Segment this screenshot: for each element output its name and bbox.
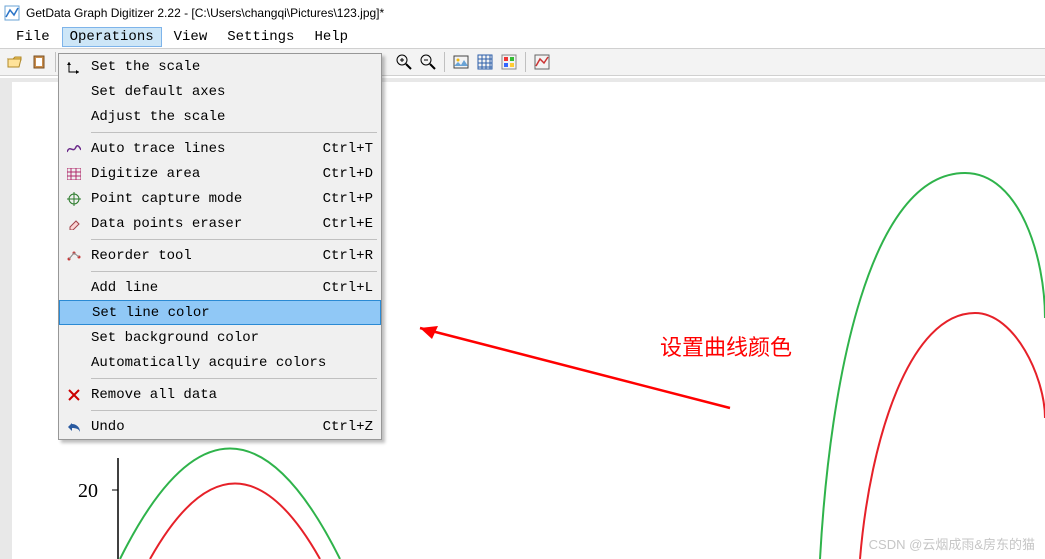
shortcut: Ctrl+Z: [323, 419, 373, 435]
titlebar: GetData Graph Digitizer 2.22 - [C:\Users…: [0, 0, 1045, 26]
window-title: GetData Graph Digitizer 2.22 - [C:\Users…: [26, 6, 384, 20]
axes-icon: [63, 60, 85, 74]
label: Set background color: [85, 330, 373, 346]
trace-icon: [63, 144, 85, 154]
menu-point-capture[interactable]: Point capture mode Ctrl+P: [59, 186, 381, 211]
menu-auto-colors[interactable]: Automatically acquire colors: [59, 350, 381, 375]
label: Undo: [85, 419, 323, 435]
color-palette-icon[interactable]: [498, 51, 520, 73]
separator: [91, 132, 377, 133]
menu-auto-trace[interactable]: Auto trace lines Ctrl+T: [59, 136, 381, 161]
grid-area-icon: [63, 168, 85, 180]
menu-help[interactable]: Help: [306, 27, 356, 47]
watermark: CSDN @云烟成雨&房东的猫: [869, 534, 1035, 553]
separator: [91, 410, 377, 411]
shortcut: Ctrl+R: [323, 248, 373, 264]
zoom-in-icon[interactable]: [393, 51, 415, 73]
menu-reorder[interactable]: Reorder tool Ctrl+R: [59, 243, 381, 268]
menu-set-bg-color[interactable]: Set background color: [59, 325, 381, 350]
label: Automatically acquire colors: [85, 355, 373, 371]
label: Point capture mode: [85, 191, 323, 207]
separator: [444, 52, 445, 72]
menu-undo[interactable]: Undo Ctrl+Z: [59, 414, 381, 439]
separator: [55, 52, 56, 72]
eraser-icon: [63, 218, 85, 230]
shortcut: Ctrl+E: [323, 216, 373, 232]
label: Remove all data: [85, 387, 373, 403]
paste-icon[interactable]: [28, 51, 50, 73]
separator: [525, 52, 526, 72]
separator: [91, 378, 377, 379]
menubar: File Operations View Settings Help: [0, 26, 1045, 48]
label: Auto trace lines: [85, 141, 323, 157]
menu-settings[interactable]: Settings: [219, 27, 302, 47]
shortcut: Ctrl+D: [323, 166, 373, 182]
annotation-label: 设置曲线颜色: [660, 330, 792, 362]
menu-file[interactable]: File: [8, 27, 58, 47]
y-tick-20: 20: [78, 480, 98, 502]
menu-set-line-color[interactable]: Set line color: [59, 300, 381, 325]
label: Digitize area: [85, 166, 323, 182]
operations-dropdown: Set the scale Set default axes Adjust th…: [58, 53, 382, 440]
grid-icon[interactable]: [474, 51, 496, 73]
reorder-icon: [63, 251, 85, 261]
shortcut: Ctrl+T: [323, 141, 373, 157]
zoom-out-icon[interactable]: [417, 51, 439, 73]
chart-icon[interactable]: [531, 51, 553, 73]
shortcut: Ctrl+L: [323, 280, 373, 296]
label: Adjust the scale: [85, 109, 373, 125]
label: Add line: [85, 280, 323, 296]
label: Data points eraser: [85, 216, 323, 232]
menu-data-eraser[interactable]: Data points eraser Ctrl+E: [59, 211, 381, 236]
undo-icon: [63, 421, 85, 433]
label: Set the scale: [85, 59, 373, 75]
menu-set-default-axes[interactable]: Set default axes: [59, 79, 381, 104]
menu-remove-all[interactable]: Remove all data: [59, 382, 381, 407]
menu-adjust-scale[interactable]: Adjust the scale: [59, 104, 381, 129]
shortcut: Ctrl+P: [323, 191, 373, 207]
crosshair-icon: [63, 192, 85, 206]
label: Set default axes: [85, 84, 373, 100]
image-icon[interactable]: [450, 51, 472, 73]
menu-view[interactable]: View: [166, 27, 216, 47]
label: Reorder tool: [85, 248, 323, 264]
open-icon[interactable]: [4, 51, 26, 73]
separator: [91, 239, 377, 240]
menu-add-line[interactable]: Add line Ctrl+L: [59, 275, 381, 300]
menu-digitize-area[interactable]: Digitize area Ctrl+D: [59, 161, 381, 186]
menu-operations[interactable]: Operations: [62, 27, 162, 47]
label: Set line color: [86, 305, 372, 321]
x-icon: [63, 389, 85, 401]
menu-set-scale[interactable]: Set the scale: [59, 54, 381, 79]
app-icon: [4, 5, 20, 21]
separator: [91, 271, 377, 272]
